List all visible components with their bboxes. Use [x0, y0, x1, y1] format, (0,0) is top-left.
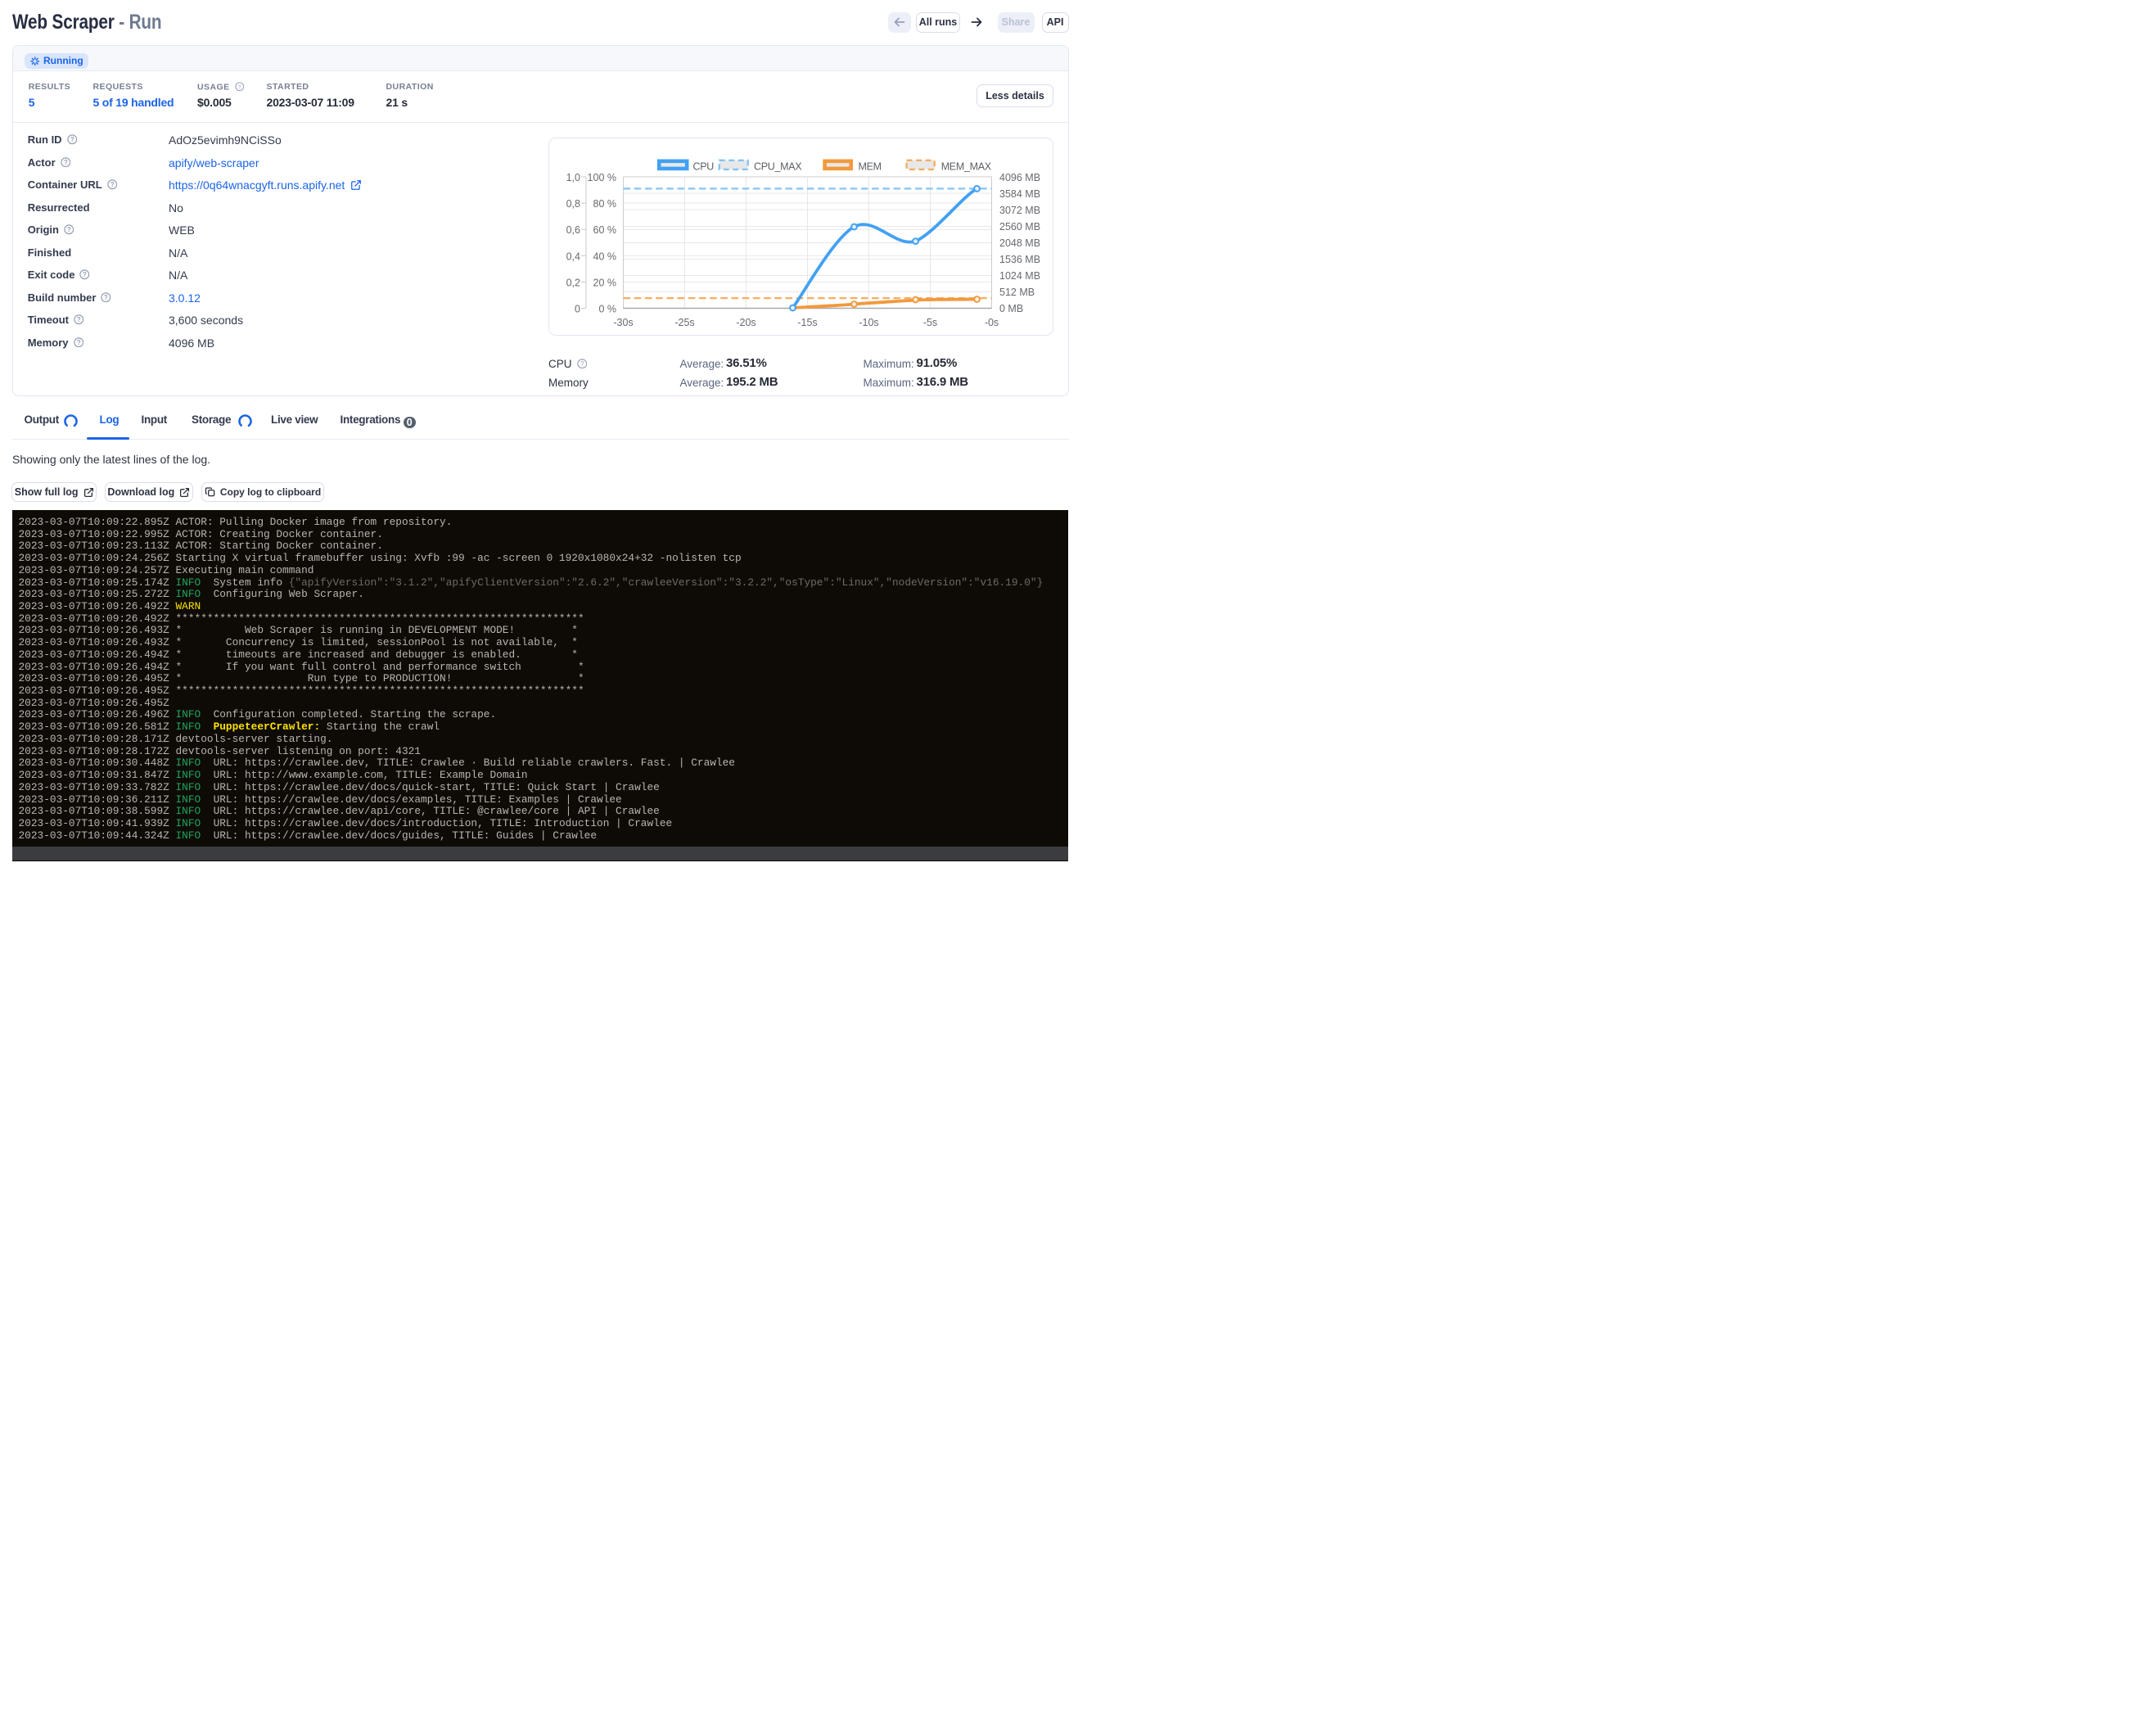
- svg-text:?: ?: [104, 294, 108, 301]
- svg-text:1536 MB: 1536 MB: [999, 254, 1040, 265]
- svg-text:CPU_MAX: CPU_MAX: [754, 160, 802, 172]
- svg-text:-5s: -5s: [922, 317, 936, 328]
- svg-text:100 %: 100 %: [587, 172, 616, 183]
- svg-text:?: ?: [64, 159, 68, 166]
- svg-text:?: ?: [77, 316, 81, 323]
- svg-text:512 MB: 512 MB: [999, 287, 1035, 298]
- svg-text:?: ?: [83, 271, 87, 278]
- svg-text:-20s: -20s: [736, 317, 756, 328]
- svg-text:3072 MB: 3072 MB: [999, 205, 1040, 216]
- svg-text:-30s: -30s: [613, 317, 633, 328]
- svg-text:?: ?: [76, 339, 80, 346]
- svg-text:60 %: 60 %: [593, 224, 616, 236]
- svg-text:1,0: 1,0: [566, 172, 580, 183]
- svg-text:1024 MB: 1024 MB: [999, 270, 1040, 282]
- svg-text:0 MB: 0 MB: [999, 303, 1023, 314]
- svg-text:3584 MB: 3584 MB: [999, 188, 1040, 200]
- svg-text:?: ?: [70, 136, 74, 143]
- svg-text:?: ?: [580, 360, 584, 368]
- svg-text:0,8: 0,8: [566, 198, 580, 210]
- svg-text:CPU: CPU: [692, 160, 714, 172]
- svg-text:0 %: 0 %: [598, 303, 616, 314]
- svg-text:0,2: 0,2: [566, 277, 580, 288]
- svg-text:20 %: 20 %: [593, 277, 616, 288]
- svg-text:MEM_MAX: MEM_MAX: [940, 160, 991, 172]
- svg-text:-0s: -0s: [984, 317, 998, 328]
- svg-text:4096 MB: 4096 MB: [999, 172, 1040, 183]
- svg-text:0,4: 0,4: [566, 251, 580, 262]
- svg-text:80 %: 80 %: [593, 198, 616, 210]
- svg-text:?: ?: [237, 84, 241, 90]
- svg-text:2048 MB: 2048 MB: [999, 237, 1040, 249]
- svg-text:-25s: -25s: [674, 317, 694, 328]
- svg-text:0: 0: [575, 303, 580, 314]
- svg-text:MEM: MEM: [858, 160, 881, 172]
- svg-text:?: ?: [111, 181, 115, 188]
- svg-text:0,6: 0,6: [566, 224, 580, 236]
- svg-text:-10s: -10s: [859, 317, 878, 328]
- svg-text:2560 MB: 2560 MB: [999, 221, 1040, 233]
- svg-text:?: ?: [67, 226, 71, 233]
- svg-text:-15s: -15s: [797, 317, 817, 328]
- svg-text:40 %: 40 %: [593, 251, 616, 262]
